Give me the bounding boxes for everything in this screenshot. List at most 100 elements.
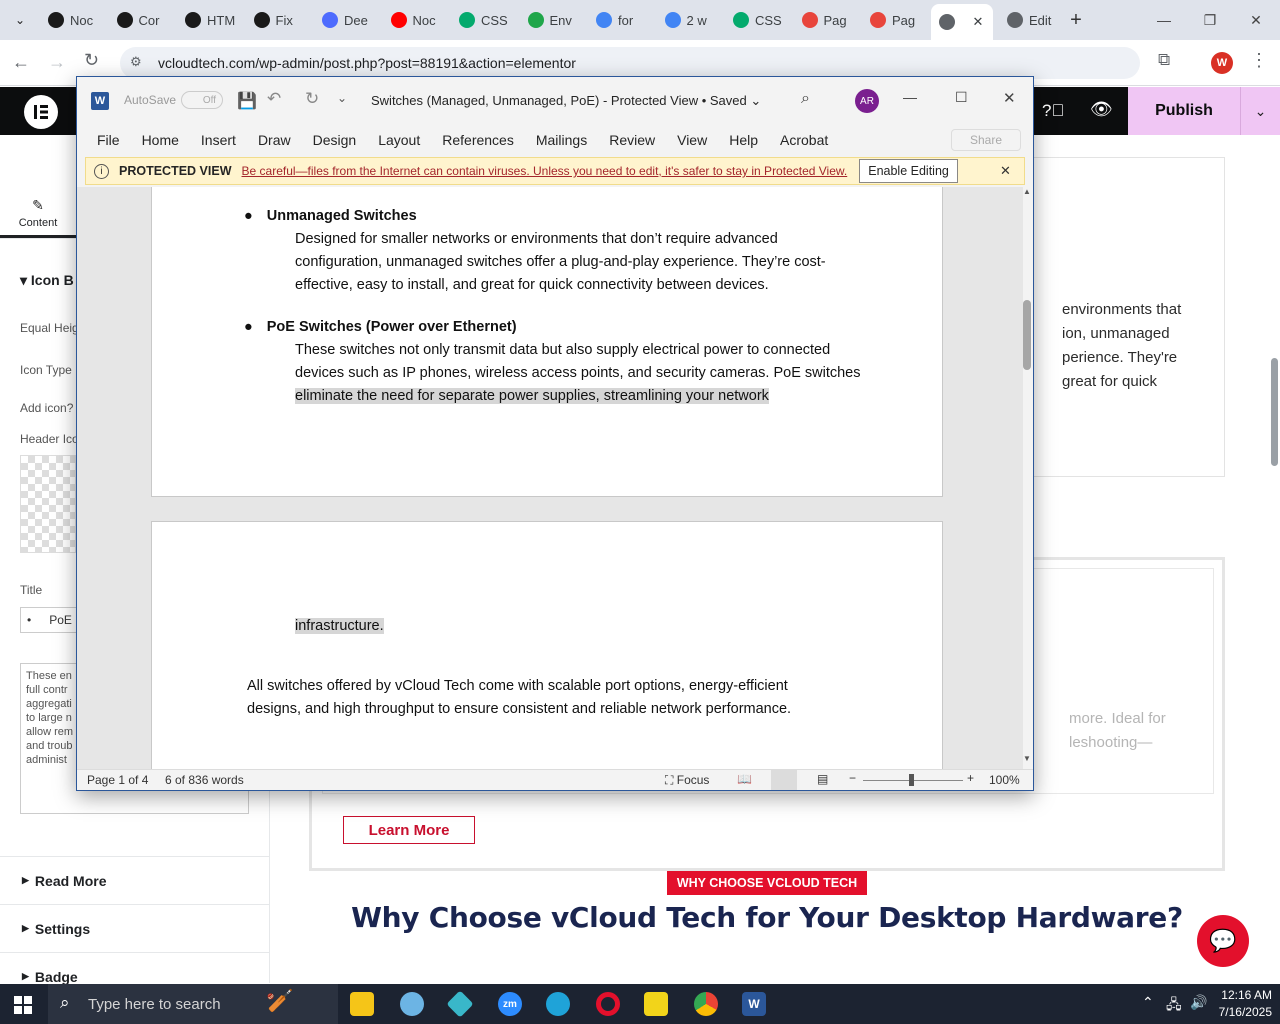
zoom-in-icon[interactable]: + xyxy=(967,771,974,785)
web-layout-icon[interactable]: ▤ xyxy=(817,772,828,786)
paint-icon[interactable] xyxy=(400,992,424,1016)
ribbon-tab-file[interactable]: File xyxy=(86,132,131,148)
browser-minimize-button[interactable]: — xyxy=(1152,8,1176,32)
ribbon-tab-acrobat[interactable]: Acrobat xyxy=(769,132,839,148)
taskbar-search[interactable]: ⌕ Type here to search 🏏 xyxy=(48,984,338,1024)
ribbon-tab-mailings[interactable]: Mailings xyxy=(525,132,598,148)
browser-tab[interactable]: ✕ xyxy=(930,4,993,40)
user-avatar[interactable]: AR xyxy=(855,89,879,113)
browser-tab[interactable]: for xyxy=(588,6,648,34)
ribbon-tab-layout[interactable]: Layout xyxy=(367,132,431,148)
browser-tab[interactable]: Noc xyxy=(40,6,100,34)
back-arrow-icon[interactable]: ← xyxy=(12,52,30,73)
scroll-up-icon[interactable]: ▲ xyxy=(1023,187,1031,196)
word-scrollbar-thumb[interactable] xyxy=(1023,300,1031,370)
preview-scrollbar-thumb[interactable] xyxy=(1271,358,1278,466)
word-scrollbar[interactable]: ▲ ▼ xyxy=(1023,187,1033,769)
network-icon[interactable]: 🖧 xyxy=(1166,994,1182,1018)
ribbon-tab-design[interactable]: Design xyxy=(302,132,368,148)
customize-toolbar-chevron-icon[interactable]: ⌄ xyxy=(337,91,347,105)
share-button[interactable]: Share xyxy=(951,129,1021,151)
word-maximize-button[interactable]: ☐ xyxy=(955,89,968,106)
extensions-icon[interactable]: ⧉ xyxy=(1158,50,1170,70)
document-page-1[interactable]: ● Unmanaged Switches Designed for smaller… xyxy=(151,187,943,497)
url-bar[interactable]: ⚙ vcloudtech.com/wp-admin/post.php?post=… xyxy=(120,47,1140,79)
ribbon-tab-draw[interactable]: Draw xyxy=(247,132,302,148)
browser-tab[interactable]: CSS xyxy=(451,6,511,34)
windows-start-icon[interactable] xyxy=(14,996,32,1017)
word-minimize-button[interactable]: — xyxy=(903,89,917,105)
focus-button[interactable]: ⛶ Focus xyxy=(665,773,709,788)
word-close-button[interactable]: ✕ xyxy=(1003,89,1016,107)
browser-tab[interactable]: Dee xyxy=(314,6,374,34)
browser-menu-icon[interactable]: ⋮ xyxy=(1250,50,1268,71)
close-protected-bar-icon[interactable]: ✕ xyxy=(1000,163,1011,179)
clock[interactable]: 12:16 AM 7/16/2025 xyxy=(1212,987,1272,1021)
browser-tab[interactable]: Fix xyxy=(246,6,306,34)
ribbon-tab-help[interactable]: Help xyxy=(718,132,769,148)
help-icon[interactable]: ?⃝ xyxy=(1042,101,1064,121)
site-info-icon[interactable]: ⚙ xyxy=(130,54,142,70)
section-read-more[interactable]: ▶ Read More xyxy=(0,856,270,904)
enable-editing-button[interactable]: Enable Editing xyxy=(859,159,958,183)
page-count[interactable]: Page 1 of 4 xyxy=(87,773,148,787)
section-icon-box[interactable]: ▾ Icon B xyxy=(20,272,74,289)
title-input[interactable]: • PoE xyxy=(20,607,80,633)
browser-restore-button[interactable]: ❐ xyxy=(1198,8,1222,32)
elementor-logo-icon[interactable] xyxy=(24,95,58,129)
zoom-slider-thumb[interactable] xyxy=(909,774,914,786)
print-layout-icon[interactable] xyxy=(771,770,797,790)
browser-tab[interactable]: Env xyxy=(520,6,580,34)
word-count[interactable]: 6 of 836 words xyxy=(165,773,244,787)
file-explorer-icon[interactable] xyxy=(350,992,374,1016)
zoom-out-icon[interactable]: − xyxy=(849,771,856,785)
browser-tab[interactable]: 2 w xyxy=(657,6,717,34)
undo-icon[interactable]: ↶ xyxy=(267,89,281,109)
ribbon-tab-review[interactable]: Review xyxy=(598,132,666,148)
chat-bubble-icon[interactable]: 💬 xyxy=(1197,915,1249,967)
sticky-notes-icon[interactable] xyxy=(644,992,668,1016)
tab-content[interactable]: ✎ Content xyxy=(0,190,76,238)
document-title[interactable]: Switches (Managed, Unmanaged, PoE) - Pro… xyxy=(371,93,761,109)
browser-tab[interactable]: Noc xyxy=(383,6,443,34)
zoom-level[interactable]: 100% xyxy=(989,773,1020,787)
publish-button[interactable]: Publish xyxy=(1128,87,1240,135)
section-settings[interactable]: ▶ Settings xyxy=(0,904,270,952)
ribbon-tab-home[interactable]: Home xyxy=(131,132,190,148)
close-tab-icon[interactable]: ✕ xyxy=(973,14,984,30)
ribbon-tab-references[interactable]: References xyxy=(431,132,525,148)
redo-icon[interactable]: ↻ xyxy=(305,89,319,109)
learn-more-button[interactable]: Learn More xyxy=(343,816,475,844)
tray-chevron-icon[interactable]: ⌃ xyxy=(1142,994,1154,1011)
word-taskbar-icon[interactable]: W xyxy=(742,992,766,1016)
document-page-2[interactable]: infrastructure. All switches offered by … xyxy=(151,521,943,769)
browser-tab[interactable]: CSS xyxy=(725,6,785,34)
browser-tab[interactable]: Pag xyxy=(794,6,854,34)
forward-arrow-icon[interactable]: → xyxy=(48,52,66,73)
browser-tab[interactable]: HTM xyxy=(177,6,237,34)
preview-eye-icon[interactable]: 👁 xyxy=(1090,99,1113,120)
autosave-toggle[interactable]: Off xyxy=(181,91,223,109)
browser-tab[interactable]: Pag xyxy=(862,6,922,34)
header-icon-image-placeholder[interactable] xyxy=(20,455,76,553)
edge-icon[interactable] xyxy=(546,992,570,1016)
reload-icon[interactable]: ↻ xyxy=(84,50,99,71)
volume-icon[interactable]: 🔊 xyxy=(1190,994,1207,1011)
tab-search-chevron-icon[interactable]: ⌄ xyxy=(8,8,32,32)
profile-avatar[interactable]: W xyxy=(1211,52,1233,74)
ribbon-tab-insert[interactable]: Insert xyxy=(190,132,247,148)
publish-options-chevron-icon[interactable]: ⌄ xyxy=(1240,87,1280,135)
opera-icon[interactable] xyxy=(596,992,620,1016)
browser-close-button[interactable]: ✕ xyxy=(1244,8,1268,32)
protected-view-message[interactable]: Be careful—files from the Internet can c… xyxy=(242,164,848,178)
browser-tab[interactable]: Cor xyxy=(109,6,169,34)
save-icon[interactable]: 💾 xyxy=(237,91,257,111)
search-icon[interactable]: ⌕ xyxy=(801,90,810,108)
new-tab-button[interactable]: + xyxy=(1064,8,1088,32)
chrome-icon[interactable] xyxy=(694,992,718,1016)
zoom-app-icon[interactable]: zm xyxy=(498,992,522,1016)
read-mode-icon[interactable]: 📖 xyxy=(737,772,752,786)
browser-tab[interactable]: Edit xyxy=(999,6,1059,34)
ribbon-tab-view[interactable]: View xyxy=(666,132,718,148)
scroll-down-icon[interactable]: ▼ xyxy=(1023,754,1031,763)
